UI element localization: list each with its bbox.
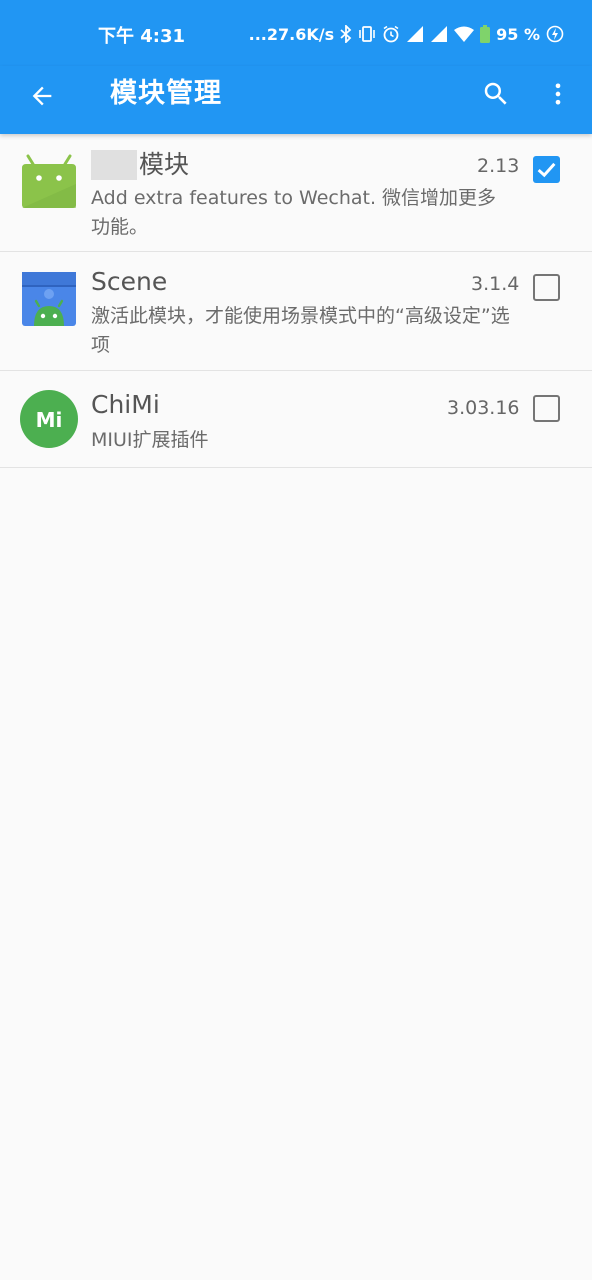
status-indicators: ...27.6K/s 95 % xyxy=(249,22,564,46)
module-enable-checkbox[interactable] xyxy=(533,156,560,183)
module-version: 3.1.4 xyxy=(471,273,520,295)
net-speed: ...27.6K/s xyxy=(248,24,335,44)
back-button[interactable] xyxy=(24,78,60,114)
signal-icon-1 xyxy=(406,25,424,43)
module-name: 模块 xyxy=(91,150,189,180)
module-row[interactable]: 模块 2.13 Add extra features to Wechat. 微信… xyxy=(0,134,592,252)
page-title: 模块管理 xyxy=(110,78,222,109)
module-version: 2.13 xyxy=(477,155,520,177)
search-icon xyxy=(484,82,507,105)
signal-icon-2 xyxy=(430,25,448,43)
battery-percent: 95 % xyxy=(496,24,540,44)
app-bar: 模块管理 xyxy=(0,66,592,134)
android-icon xyxy=(20,154,78,212)
alarm-icon xyxy=(382,25,400,43)
more-vert-icon xyxy=(555,83,561,105)
module-list: 模块 2.13 Add extra features to Wechat. 微信… xyxy=(0,134,592,468)
module-enable-checkbox[interactable] xyxy=(533,274,560,301)
module-version: 3.03.16 xyxy=(447,397,520,419)
module-description: Add extra features to Wechat. 微信增加更多功能。 xyxy=(91,187,497,238)
bluetooth-icon xyxy=(340,25,352,43)
search-button[interactable] xyxy=(476,74,516,114)
module-row[interactable]: Scene 3.1.4 激活此模块，才能使用场景模式中的“高级设定”选项 xyxy=(0,252,592,371)
module-name: ChiMi xyxy=(91,390,160,419)
module-description: MIUI扩展插件 xyxy=(91,429,209,451)
chimi-icon: Mi xyxy=(20,390,78,448)
module-enable-checkbox[interactable] xyxy=(533,395,560,422)
scene-icon xyxy=(22,272,76,326)
module-description: 激活此模块，才能使用场景模式中的“高级设定”选项 xyxy=(91,305,510,356)
arrow-left-icon xyxy=(32,86,52,106)
module-row[interactable]: Mi ChiMi 3.03.16 MIUI扩展插件 xyxy=(0,371,592,468)
module-name: Scene xyxy=(91,267,168,296)
svg-text:Mi: Mi xyxy=(36,408,63,432)
checkmark-icon xyxy=(537,162,556,178)
wifi-icon xyxy=(454,26,475,42)
charging-icon xyxy=(546,25,564,43)
redacted-block xyxy=(91,150,137,180)
more-options-button[interactable] xyxy=(540,74,576,114)
battery-icon xyxy=(480,25,491,43)
status-bar: 下午 4:31 ...27.6K/s 95 % xyxy=(0,0,592,66)
vibrate-icon xyxy=(358,25,376,43)
status-time: 下午 4:31 xyxy=(98,26,186,47)
